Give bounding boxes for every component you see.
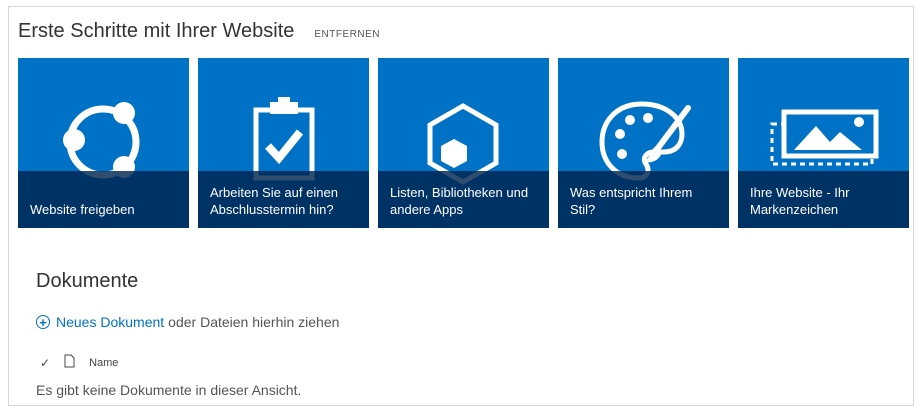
empty-view-message: Es gibt keine Dokumente in dieser Ansich… xyxy=(36,382,302,398)
tile-caption: Ihre Website - Ihr Markenzeichen xyxy=(738,171,909,228)
getting-started-header: Erste Schritte mit Ihrer Website ENTFERN… xyxy=(18,20,380,43)
tile-caption: Was entspricht Ihrem Stil? xyxy=(558,171,729,228)
file-type-icon xyxy=(64,354,75,371)
remove-button[interactable]: ENTFERNEN xyxy=(314,29,380,40)
new-document-link[interactable]: Neues Dokument xyxy=(56,314,164,330)
tile-caption: Listen, Bibliotheken und andere Apps xyxy=(378,171,549,228)
list-header: ✓ Name xyxy=(40,354,118,371)
drag-hint-text: oder Dateien hierhin ziehen xyxy=(168,314,340,330)
tile-share-site[interactable]: Website freigeben xyxy=(18,58,189,228)
new-document-row: + Neues Dokument oder Dateien hierhin zi… xyxy=(36,314,339,330)
add-circle-icon[interactable]: + xyxy=(36,315,50,329)
tile-style[interactable]: Was entspricht Ihrem Stil? xyxy=(558,58,729,228)
tile-caption: Arbeiten Sie auf einen Abschlusstermin h… xyxy=(198,171,369,228)
tile-branding[interactable]: Ihre Website - Ihr Markenzeichen xyxy=(738,58,909,228)
promoted-tiles: Website freigeben Arbeiten Sie auf einen… xyxy=(18,58,909,228)
documents-title: Dokumente xyxy=(36,270,139,292)
select-all-check-icon[interactable]: ✓ xyxy=(40,356,50,370)
share-icon xyxy=(63,102,140,179)
palette-brush-icon xyxy=(599,101,691,181)
tile-deadline[interactable]: Arbeiten Sie auf einen Abschlusstermin h… xyxy=(198,58,369,228)
apps-hexagon-icon xyxy=(427,103,499,185)
column-header-name[interactable]: Name xyxy=(89,357,118,369)
tile-caption: Website freigeben xyxy=(18,171,189,228)
tile-apps[interactable]: Listen, Bibliotheken und andere Apps xyxy=(378,58,549,228)
image-logo-icon xyxy=(770,109,879,166)
clipboard-check-icon xyxy=(253,97,315,181)
page-title: Erste Schritte mit Ihrer Website xyxy=(18,20,295,42)
